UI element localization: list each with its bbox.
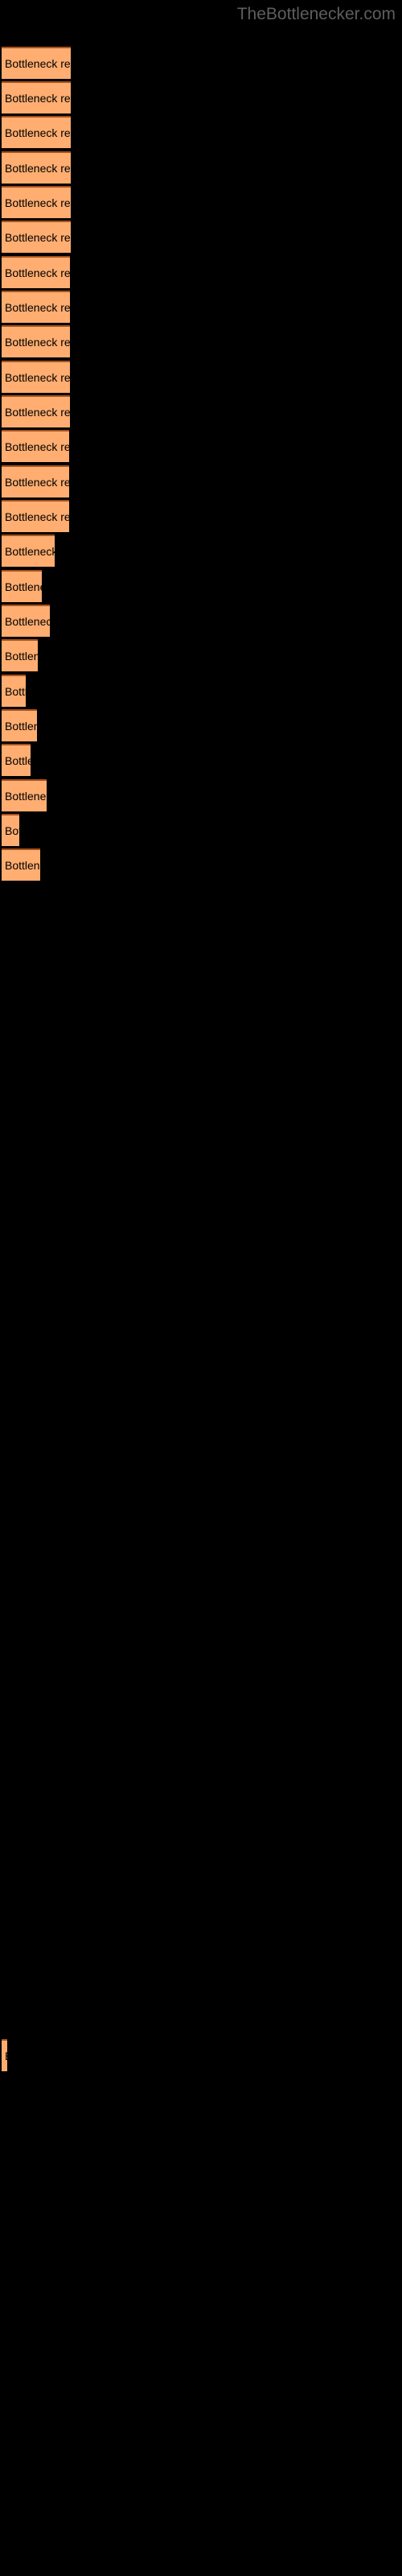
bar-label: Bottleneck result — [5, 406, 70, 419]
bar-label: Bottleneck result — [5, 2050, 7, 2062]
bar-label: Bottleneck result — [5, 859, 40, 872]
bar-label: Bottleneck result — [5, 754, 31, 767]
bar-label: Bottleneck result — [5, 720, 37, 733]
bar-6: Bottleneck result — [2, 221, 71, 253]
bar-21: Bottleneck result — [2, 744, 31, 776]
bar-label: Bottleneck result — [5, 510, 69, 523]
bar-label: Bottleneck result — [5, 162, 71, 175]
bar-label: Bottleneck result — [5, 336, 70, 349]
bar-label: Bottleneck result — [5, 92, 71, 105]
bar-11: Bottleneck result — [2, 395, 70, 427]
bar-label: Bottleneck result — [5, 371, 70, 384]
bar-13: Bottleneck result — [2, 465, 69, 497]
bar-9: Bottleneck result — [2, 325, 70, 357]
bar-label: Bottleneck result — [5, 476, 69, 489]
bar-3: Bottleneck result — [2, 116, 71, 148]
bar-label: Bottleneck result — [5, 196, 71, 209]
bar-label: Bottleneck result — [5, 301, 70, 314]
bar-label: Bottleneck result — [5, 685, 26, 698]
bar-20: Bottleneck result — [2, 709, 37, 741]
bar-8: Bottleneck result — [2, 291, 70, 323]
bar-12: Bottleneck result — [2, 430, 69, 462]
bar-label: Bottleneck result — [5, 615, 50, 628]
bar-10: Bottleneck result — [2, 361, 70, 393]
bar-23: Bottleneck result — [2, 814, 19, 846]
bar-18: Bottleneck result — [2, 639, 38, 671]
bar-22: Bottleneck result — [2, 779, 47, 811]
bar-25: Bottleneck result — [2, 2039, 7, 2071]
bar-label: Bottleneck result — [5, 580, 42, 593]
bar-1: Bottleneck result — [2, 47, 71, 79]
bar-24: Bottleneck result — [2, 848, 40, 881]
bar-label: Bottleneck result — [5, 790, 47, 803]
bar-15: Bottleneck result — [2, 535, 55, 567]
bar-label: Bottleneck result — [5, 824, 19, 837]
bar-label: Bottleneck result — [5, 545, 55, 558]
bar-5: Bottleneck result — [2, 186, 71, 218]
bar-label: Bottleneck result — [5, 126, 71, 139]
site-title: TheBottlenecker.com — [236, 5, 396, 23]
bar-label: Bottleneck result — [5, 57, 71, 70]
bar-label: Bottleneck result — [5, 440, 69, 453]
bar-14: Bottleneck result — [2, 500, 69, 532]
bar-4: Bottleneck result — [2, 151, 71, 184]
bar-17: Bottleneck result — [2, 605, 50, 637]
bar-16: Bottleneck result — [2, 570, 42, 602]
bar-7: Bottleneck result — [2, 256, 70, 288]
bar-label: Bottleneck result — [5, 650, 38, 663]
bottleneck-bar-chart: TheBottlenecker.com Bottleneck result Bot… — [0, 0, 402, 2576]
bar-2: Bottleneck result — [2, 81, 71, 114]
bar-label: Bottleneck result — [5, 231, 71, 244]
bar-label: Bottleneck result — [5, 266, 70, 279]
bar-19: Bottleneck result — [2, 675, 26, 707]
